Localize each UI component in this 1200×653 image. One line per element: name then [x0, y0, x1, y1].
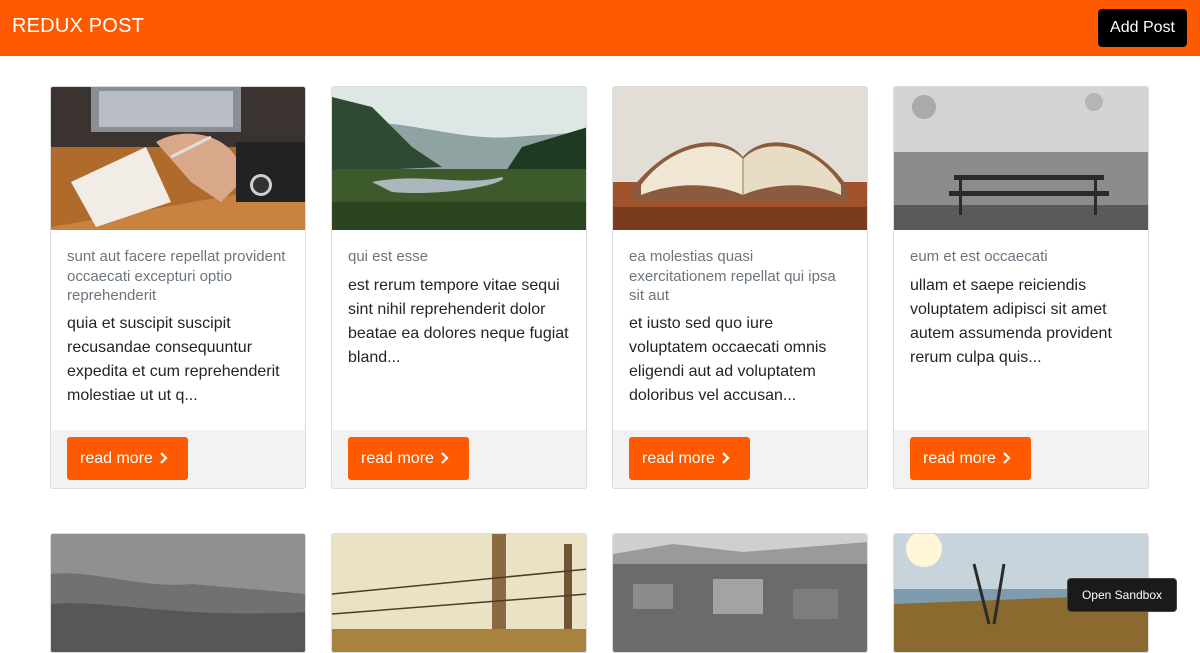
laptop-writing-photo — [51, 87, 305, 230]
read-more-button[interactable]: read more — [629, 437, 750, 480]
chevron-right-icon — [1003, 452, 1011, 464]
post-card — [331, 533, 587, 653]
card-footer: read more — [332, 430, 586, 488]
card-footer: read more — [51, 430, 305, 488]
read-more-button[interactable]: read more — [348, 437, 469, 480]
bench-wall-photo — [894, 87, 1148, 230]
chevron-right-icon — [441, 452, 449, 464]
river-valley-photo — [332, 87, 586, 230]
post-card: ea molestias quasi exercitationem repell… — [612, 86, 868, 489]
post-body: et iusto sed quo iure voluptatem occaeca… — [629, 315, 827, 404]
post-title: eum et est occaecati — [910, 248, 1048, 265]
post-body: est rerum tempore vitae sequi sint nihil… — [348, 277, 569, 366]
foggy-coast-photo — [51, 534, 305, 652]
post-title: qui est esse — [348, 248, 429, 265]
navbar: REDUX POST Add Post — [0, 0, 1200, 56]
post-body: ullam et saepe reiciendis voluptatem adi… — [910, 277, 1112, 366]
post-body: quia et suscipit suscipit recusandae con… — [67, 315, 280, 404]
post-card: eum et est occaecati ullam et saepe reic… — [893, 86, 1149, 489]
post-title: sunt aut facere repellat provident occae… — [67, 248, 286, 304]
fence-posts-photo — [332, 534, 586, 652]
post-title: ea molestias quasi exercitationem repell… — [629, 248, 836, 304]
post-card: qui est esse est rerum tempore vitae seq… — [331, 86, 587, 489]
post-card — [50, 533, 306, 653]
open-sandbox-button[interactable]: Open Sandbox — [1067, 578, 1177, 612]
read-more-button[interactable]: read more — [910, 437, 1031, 480]
chevron-right-icon — [160, 452, 168, 464]
read-more-button[interactable]: read more — [67, 437, 188, 480]
chevron-right-icon — [722, 452, 730, 464]
post-card — [612, 533, 868, 653]
card-footer: read more — [613, 430, 867, 488]
city-aerial-photo — [613, 534, 867, 652]
post-card: sunt aut facere repellat provident occae… — [50, 86, 306, 489]
read-more-label: read more — [80, 449, 153, 467]
read-more-label: read more — [361, 449, 434, 467]
read-more-label: read more — [642, 449, 715, 467]
card-footer: read more — [894, 430, 1148, 488]
open-book-photo — [613, 87, 867, 230]
read-more-label: read more — [923, 449, 996, 467]
brand-title[interactable]: REDUX POST — [12, 15, 144, 38]
add-post-button[interactable]: Add Post — [1098, 9, 1187, 47]
